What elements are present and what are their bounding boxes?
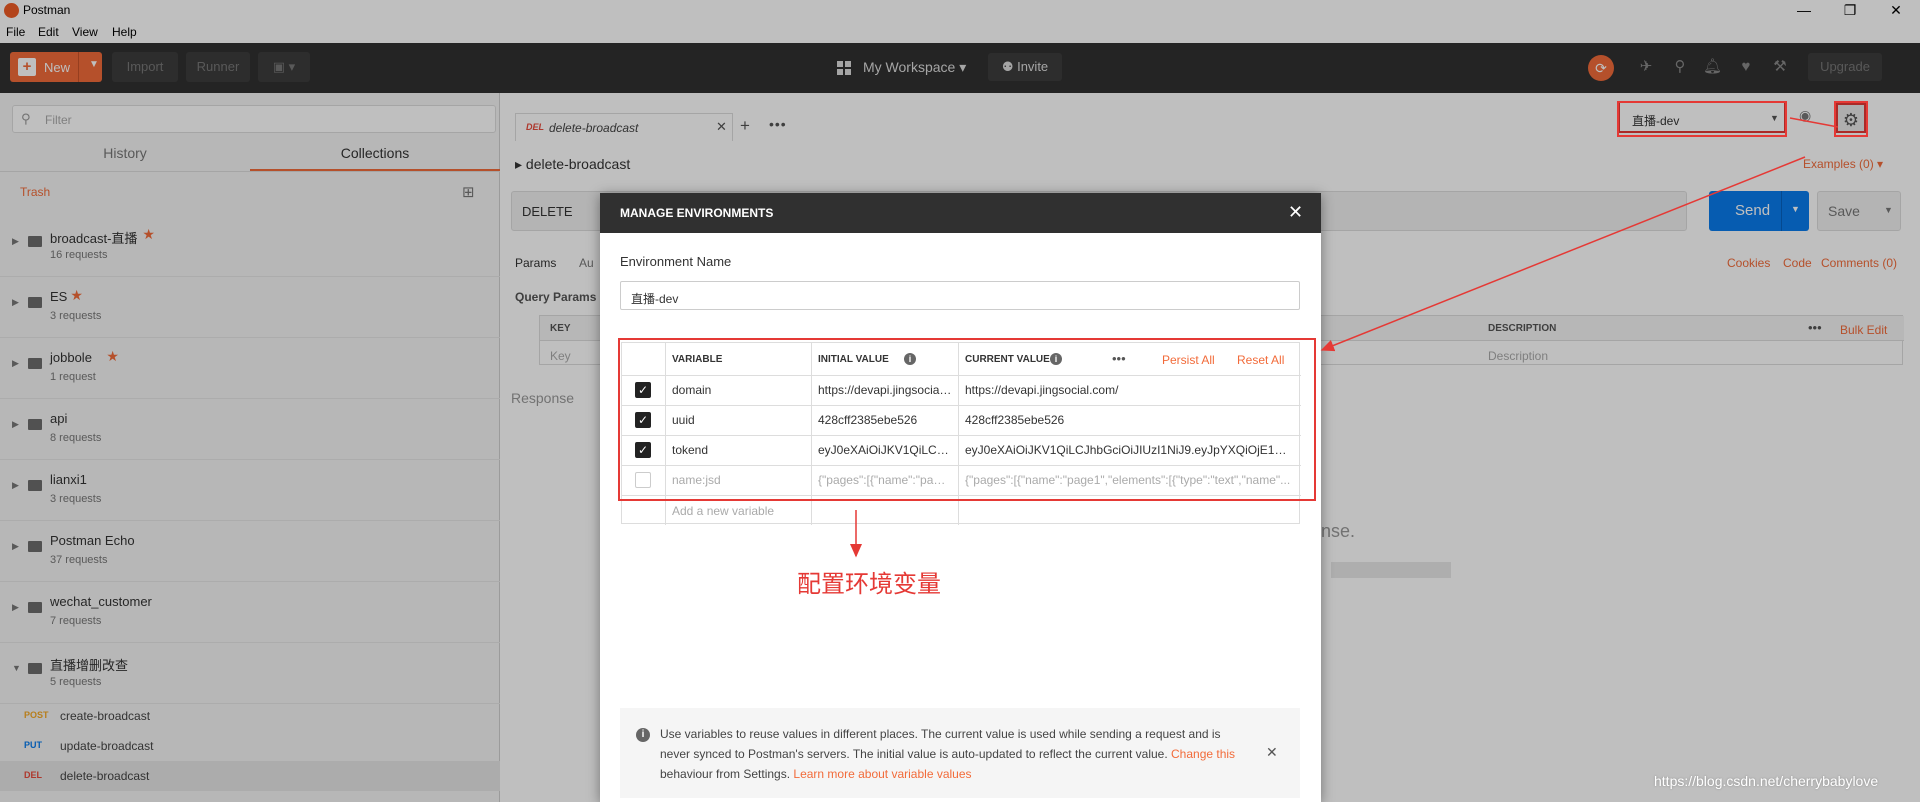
watermark: https://blog.csdn.net/cherrybabylove [1654,773,1879,789]
annotation-label: 配置环境变量 [797,570,941,598]
annotation-arrows [850,117,1839,558]
